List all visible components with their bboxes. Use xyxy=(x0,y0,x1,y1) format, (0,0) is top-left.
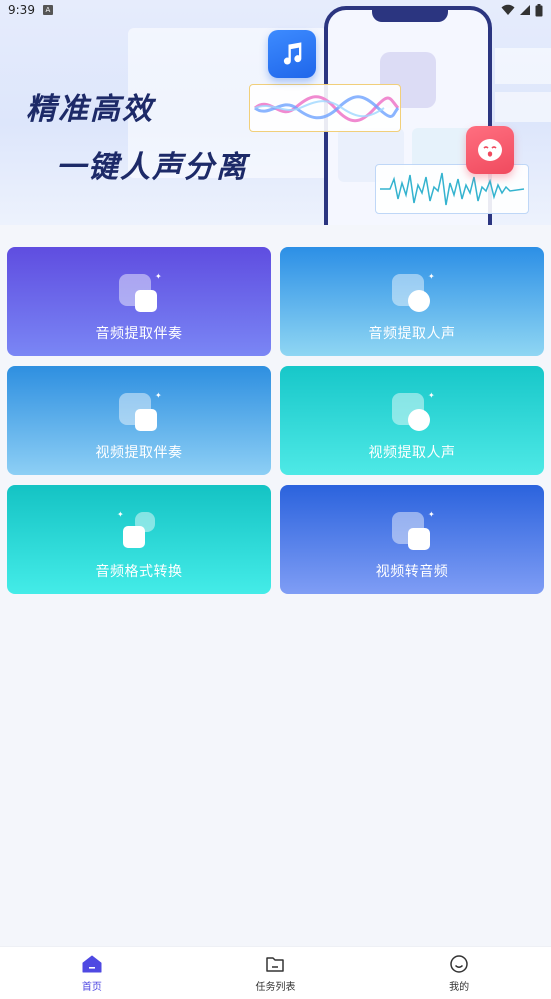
feature-video-extract-accompaniment[interactable]: ✦ 视频提取伴奏 xyxy=(7,366,271,475)
feature-label: 音频提取伴奏 xyxy=(95,326,183,342)
status-bar: 9:39 A xyxy=(0,0,551,20)
feature-grid: ✦ 音频提取伴奏 ✦ 音频提取人声 ✦ 视频提取伴奏 ✦ 视频提取人声 ✦ 音频… xyxy=(7,247,544,594)
video-voice-icon: ✦ xyxy=(392,391,435,433)
waveform-card xyxy=(249,84,401,132)
decor-bar xyxy=(495,92,551,122)
music-note-icon xyxy=(268,30,316,78)
feature-label: 音频格式转换 xyxy=(95,564,183,580)
video-to-audio-icon: ✦ xyxy=(392,510,435,552)
decor-bar xyxy=(495,48,551,84)
status-right xyxy=(501,3,543,17)
status-time: 9:39 xyxy=(8,3,35,17)
audio-voice-icon: ✦ xyxy=(392,272,435,314)
tab-mine-label: 我的 xyxy=(449,982,470,993)
smiley-icon xyxy=(449,953,469,975)
feature-label: 视频提取伴奏 xyxy=(95,445,183,461)
face-icon xyxy=(466,126,514,174)
tab-task-list[interactable]: 任务列表 xyxy=(215,953,335,993)
feature-audio-format-convert[interactable]: ✦ 音频格式转换 xyxy=(7,485,271,594)
banner-title-line2: 一键人声分离 xyxy=(56,150,248,185)
feature-video-to-audio[interactable]: ✦ 视频转音频 xyxy=(280,485,544,594)
feature-audio-extract-voice[interactable]: ✦ 音频提取人声 xyxy=(280,247,544,356)
video-music-icon: ✦ xyxy=(119,391,162,433)
audio-convert-icon: ✦ xyxy=(117,510,159,552)
signal-icon xyxy=(520,5,530,15)
hero-banner[interactable]: 精准高效 一键人声分离 xyxy=(0,0,551,225)
battery-icon xyxy=(535,3,543,16)
tab-home[interactable]: 首页 xyxy=(32,953,152,993)
feature-label: 视频提取人声 xyxy=(368,445,456,461)
tab-home-label: 首页 xyxy=(81,982,102,993)
feature-label: 音频提取人声 xyxy=(368,326,456,342)
feature-audio-extract-accompaniment[interactable]: ✦ 音频提取伴奏 xyxy=(7,247,271,356)
feature-label: 视频转音频 xyxy=(375,564,449,580)
wifi-icon xyxy=(501,4,515,15)
waveform-icon xyxy=(254,95,400,123)
feature-video-extract-voice[interactable]: ✦ 视频提取人声 xyxy=(280,366,544,475)
home-icon xyxy=(82,953,102,975)
bottom-tab-bar: 首页 任务列表 我的 xyxy=(0,946,551,999)
tab-task-list-label: 任务列表 xyxy=(255,982,296,993)
notification-icon: A xyxy=(42,5,53,15)
audio-music-icon: ✦ xyxy=(119,272,162,314)
banner-title-line1: 精准高效 xyxy=(26,92,154,127)
status-left: 9:39 A xyxy=(8,3,53,17)
folder-icon xyxy=(265,953,285,975)
tab-mine[interactable]: 我的 xyxy=(399,953,519,993)
